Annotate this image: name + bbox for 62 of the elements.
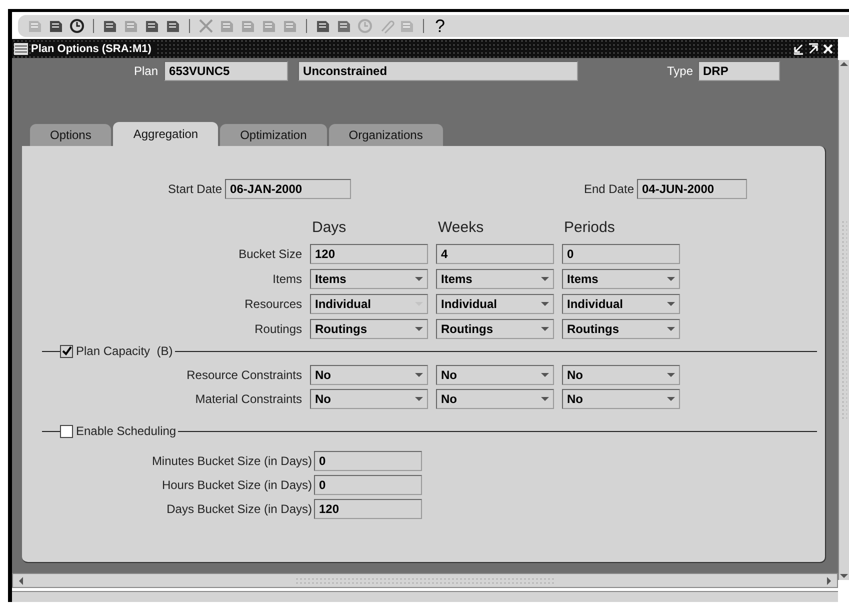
- field-label: Hours Bucket Size (in Days): [162, 478, 312, 492]
- horizontal-scrollbar[interactable]: [12, 573, 838, 588]
- row-label: Routings: [254, 322, 302, 336]
- tab[interactable]: Aggregation: [113, 122, 218, 146]
- dropdown[interactable]: Items: [310, 269, 428, 289]
- dropdown[interactable]: Items: [436, 269, 554, 289]
- field-label: Minutes Bucket Size (in Days): [152, 454, 312, 468]
- clock-icon[interactable]: [68, 18, 86, 34]
- description-field[interactable]: Unconstrained: [298, 61, 578, 81]
- dropdown[interactable]: No: [562, 365, 680, 385]
- bucket-size-field[interactable]: 0: [562, 244, 680, 264]
- row-label: Items: [272, 272, 302, 286]
- end-date-label: End Date: [584, 182, 634, 196]
- type-label: Type: [666, 64, 693, 78]
- maximize-icon[interactable]: [807, 42, 819, 54]
- checkbox[interactable]: [60, 344, 73, 358]
- bucket-size-field[interactable]: 0: [314, 475, 422, 495]
- plan-capacity-label: Plan Capacity (B): [76, 344, 174, 358]
- vertical-scrollbar[interactable]: [838, 60, 849, 580]
- dropdown[interactable]: No: [436, 365, 554, 385]
- dropdown[interactable]: Routings: [436, 319, 554, 339]
- type-field[interactable]: DRP: [698, 61, 780, 81]
- dropdown[interactable]: No: [310, 389, 428, 409]
- tab[interactable]: Organizations: [328, 124, 443, 146]
- window-title: Plan Options (SRA:M1): [31, 42, 156, 54]
- row-label: Resource Constraints: [186, 368, 302, 382]
- dropdown[interactable]: Individual: [562, 294, 680, 314]
- close-icon[interactable]: [822, 42, 834, 54]
- app-icon: [14, 42, 28, 54]
- scroll-down-icon[interactable]: [839, 572, 849, 580]
- end-date-field[interactable]: 04-JUN-2000: [637, 179, 747, 199]
- column-header: Weeks: [437, 219, 485, 238]
- start-date-field[interactable]: 06-JAN-2000: [225, 179, 352, 199]
- plan-label: Plan: [134, 64, 158, 78]
- dropdown[interactable]: Individual: [436, 294, 554, 314]
- start-date-label: Start Date: [168, 182, 222, 196]
- scroll-up-icon[interactable]: [839, 60, 849, 68]
- bucket-size-field[interactable]: 0: [314, 451, 422, 471]
- checkbox[interactable]: [60, 424, 73, 438]
- enable-scheduling-label: Enable Scheduling: [76, 424, 178, 438]
- field-label: Days Bucket Size (in Days): [166, 502, 312, 516]
- tab[interactable]: Optimization: [220, 124, 327, 146]
- column-header: Days: [311, 219, 348, 238]
- scroll-left-icon[interactable]: [17, 576, 25, 586]
- tab[interactable]: Options: [30, 124, 112, 146]
- dropdown[interactable]: No: [310, 365, 428, 385]
- bucket-size-field[interactable]: 120: [310, 244, 428, 264]
- dropdown[interactable]: No: [436, 389, 554, 409]
- row-label: Material Constraints: [195, 392, 302, 406]
- row-label: Bucket Size: [238, 247, 302, 261]
- dropdown[interactable]: No: [562, 389, 680, 409]
- column-header: Periods: [563, 219, 616, 238]
- bucket-size-field[interactable]: 4: [436, 244, 554, 264]
- row-label: Resources: [244, 297, 302, 311]
- dropdown[interactable]: Routings: [310, 319, 428, 339]
- scroll-right-icon[interactable]: [825, 576, 833, 586]
- help-button[interactable]: ?: [431, 16, 450, 36]
- dropdown[interactable]: Items: [562, 269, 680, 289]
- minimize-icon[interactable]: [792, 42, 804, 54]
- dropdown[interactable]: Routings: [562, 319, 680, 339]
- bucket-size-field[interactable]: 120: [314, 499, 422, 519]
- plan-field[interactable]: 653VUNC5: [164, 61, 288, 81]
